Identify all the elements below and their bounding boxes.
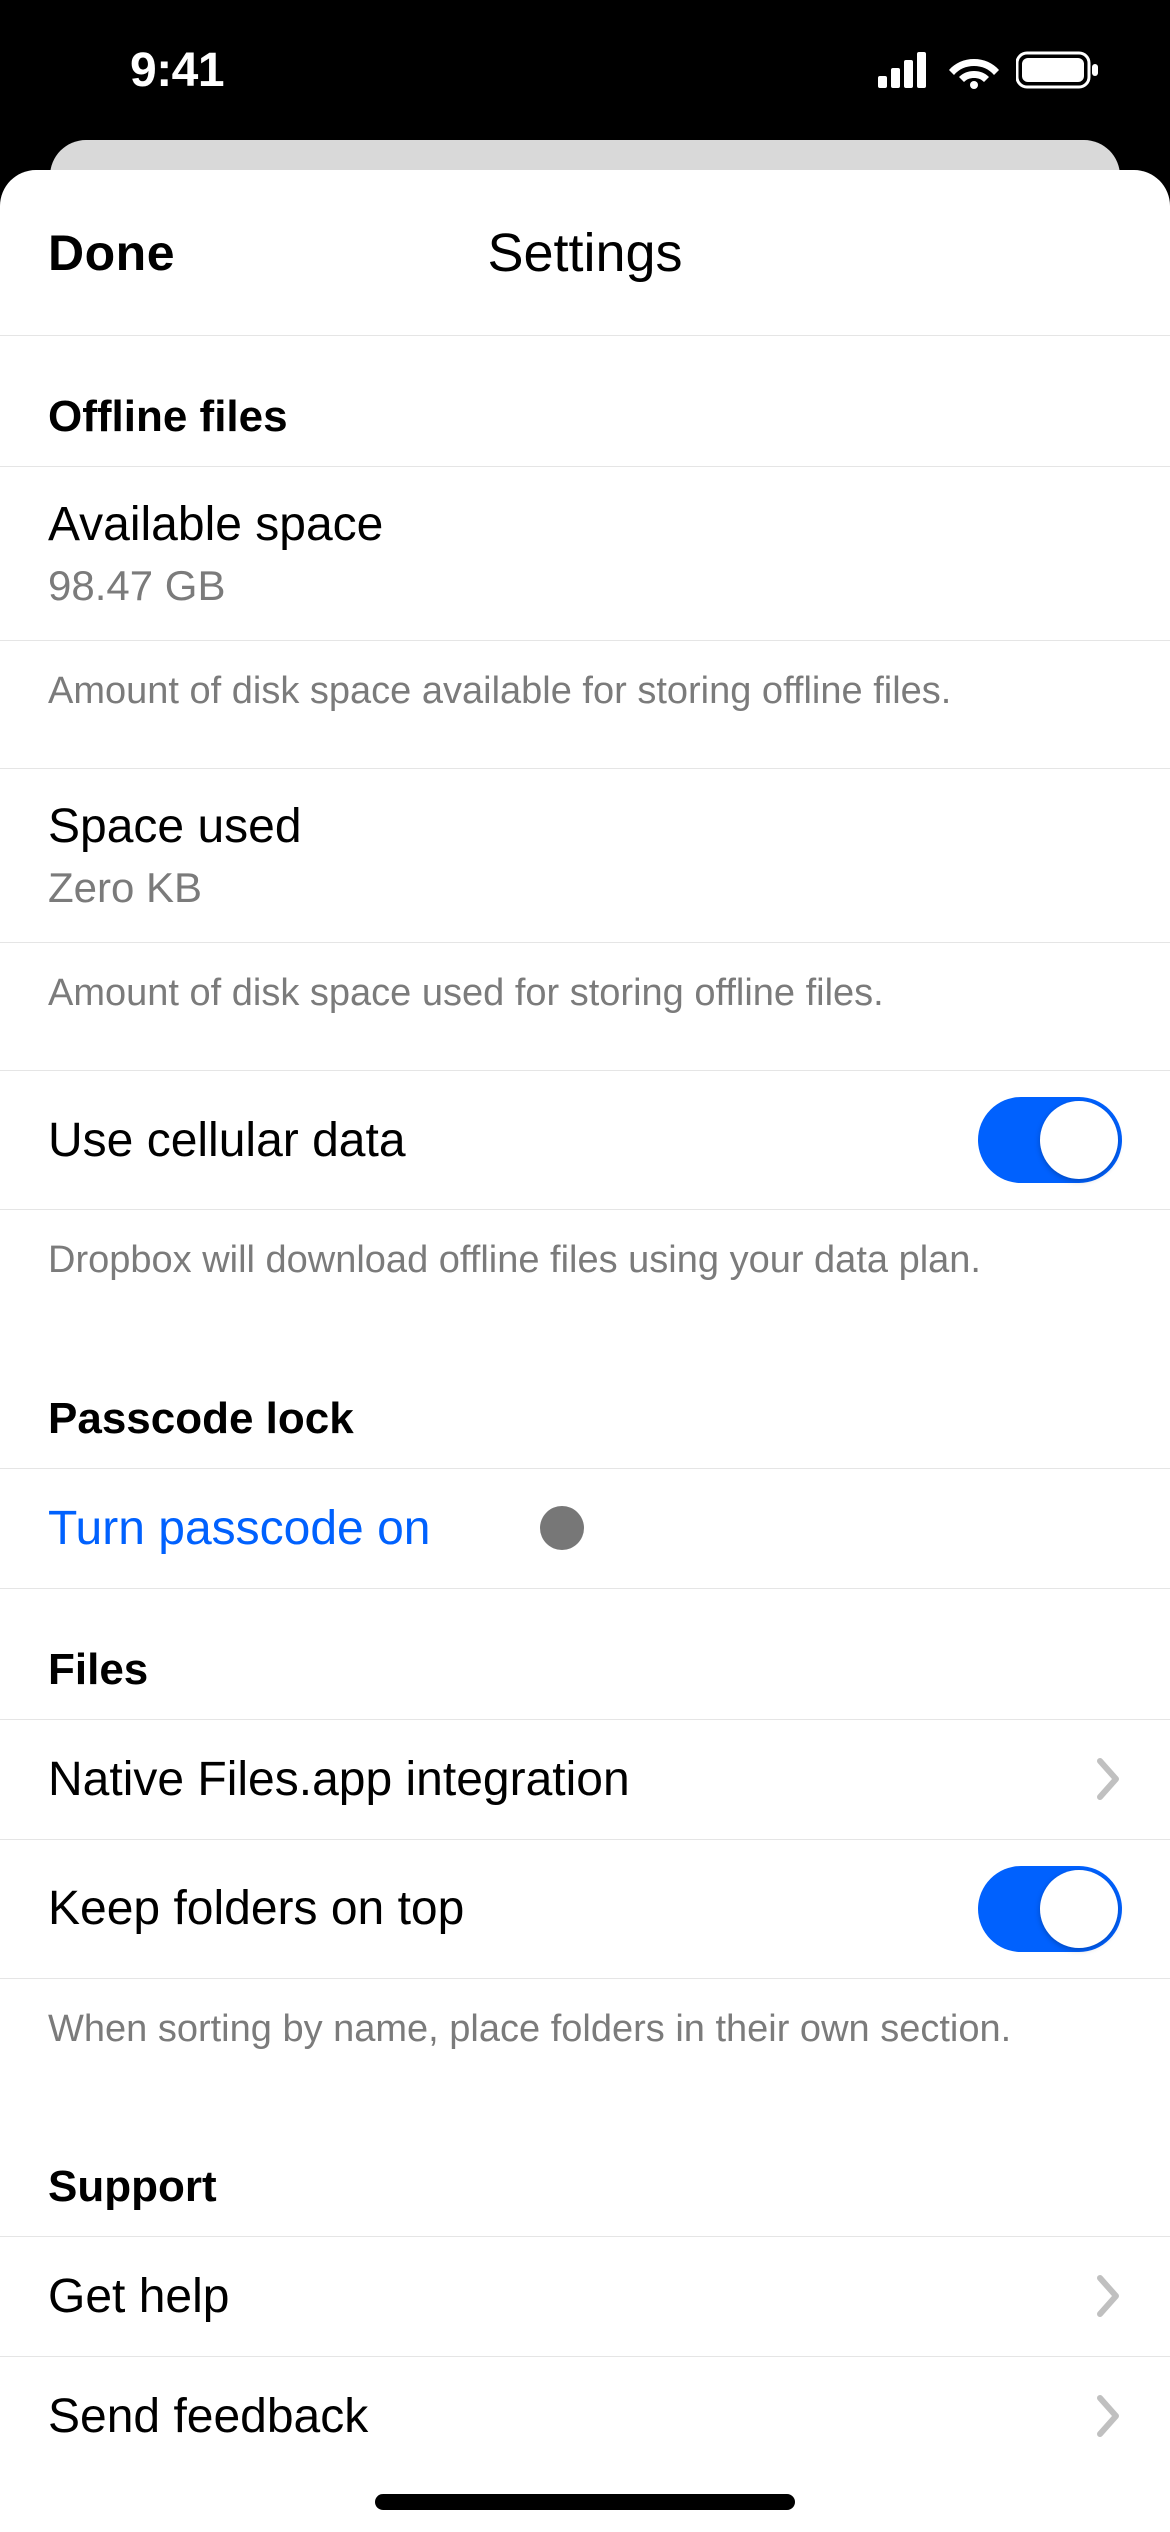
nav-bar: Done Settings bbox=[0, 170, 1170, 336]
get-help-label: Get help bbox=[48, 2269, 229, 2324]
send-feedback-label: Send feedback bbox=[48, 2389, 368, 2444]
available-space-footer: Amount of disk space available for stori… bbox=[0, 640, 1170, 768]
status-bar: 9:41 bbox=[0, 0, 1170, 140]
row-use-cellular-data[interactable]: Use cellular data bbox=[0, 1070, 1170, 1209]
space-used-label: Space used bbox=[48, 799, 302, 854]
done-button[interactable]: Done bbox=[48, 224, 175, 282]
space-used-footer: Amount of disk space used for storing of… bbox=[0, 942, 1170, 1070]
keep-folders-on-top-label: Keep folders on top bbox=[48, 1881, 464, 1936]
battery-icon bbox=[1016, 50, 1100, 90]
row-native-files-app-integration[interactable]: Native Files.app integration bbox=[0, 1719, 1170, 1839]
turn-passcode-on-link[interactable]: Turn passcode on bbox=[48, 1501, 430, 1556]
available-space-label: Available space bbox=[48, 497, 383, 552]
available-space-value: 98.47 GB bbox=[48, 562, 225, 610]
page-title: Settings bbox=[0, 222, 1170, 284]
space-used-value: Zero KB bbox=[48, 864, 202, 912]
section-header-files: Files bbox=[0, 1589, 1170, 1719]
settings-content[interactable]: Offline files Available space 98.47 GB A… bbox=[0, 336, 1170, 2476]
chevron-right-icon bbox=[1096, 2274, 1122, 2318]
use-cellular-data-footer: Dropbox will download offline files usin… bbox=[0, 1209, 1170, 1337]
native-files-app-integration-label: Native Files.app integration bbox=[48, 1752, 630, 1807]
row-send-feedback[interactable]: Send feedback bbox=[0, 2356, 1170, 2476]
keep-folders-on-top-toggle[interactable] bbox=[978, 1866, 1122, 1952]
device-frame: 9:41 Done Settings bbox=[0, 0, 1170, 2532]
section-header-passcode-lock: Passcode lock bbox=[0, 1338, 1170, 1468]
cellular-icon bbox=[878, 52, 932, 88]
row-available-space: Available space 98.47 GB bbox=[0, 466, 1170, 640]
status-icons bbox=[878, 50, 1100, 90]
cursor-dot-icon bbox=[540, 1506, 584, 1550]
section-header-offline-files: Offline files bbox=[0, 336, 1170, 466]
wifi-icon bbox=[948, 51, 1000, 89]
use-cellular-data-label: Use cellular data bbox=[48, 1113, 406, 1168]
row-turn-passcode-on[interactable]: Turn passcode on bbox=[0, 1468, 1170, 1588]
use-cellular-data-toggle[interactable] bbox=[978, 1097, 1122, 1183]
row-keep-folders-on-top[interactable]: Keep folders on top bbox=[0, 1839, 1170, 1978]
home-indicator[interactable] bbox=[375, 2494, 795, 2510]
settings-sheet: Done Settings Offline files Available sp… bbox=[0, 170, 1170, 2532]
keep-folders-on-top-footer: When sorting by name, place folders in t… bbox=[0, 1978, 1170, 2106]
chevron-right-icon bbox=[1096, 2394, 1122, 2438]
row-get-help[interactable]: Get help bbox=[0, 2236, 1170, 2356]
row-space-used: Space used Zero KB bbox=[0, 768, 1170, 942]
section-header-support: Support bbox=[0, 2106, 1170, 2236]
status-time: 9:41 bbox=[70, 43, 224, 98]
chevron-right-icon bbox=[1096, 1757, 1122, 1801]
